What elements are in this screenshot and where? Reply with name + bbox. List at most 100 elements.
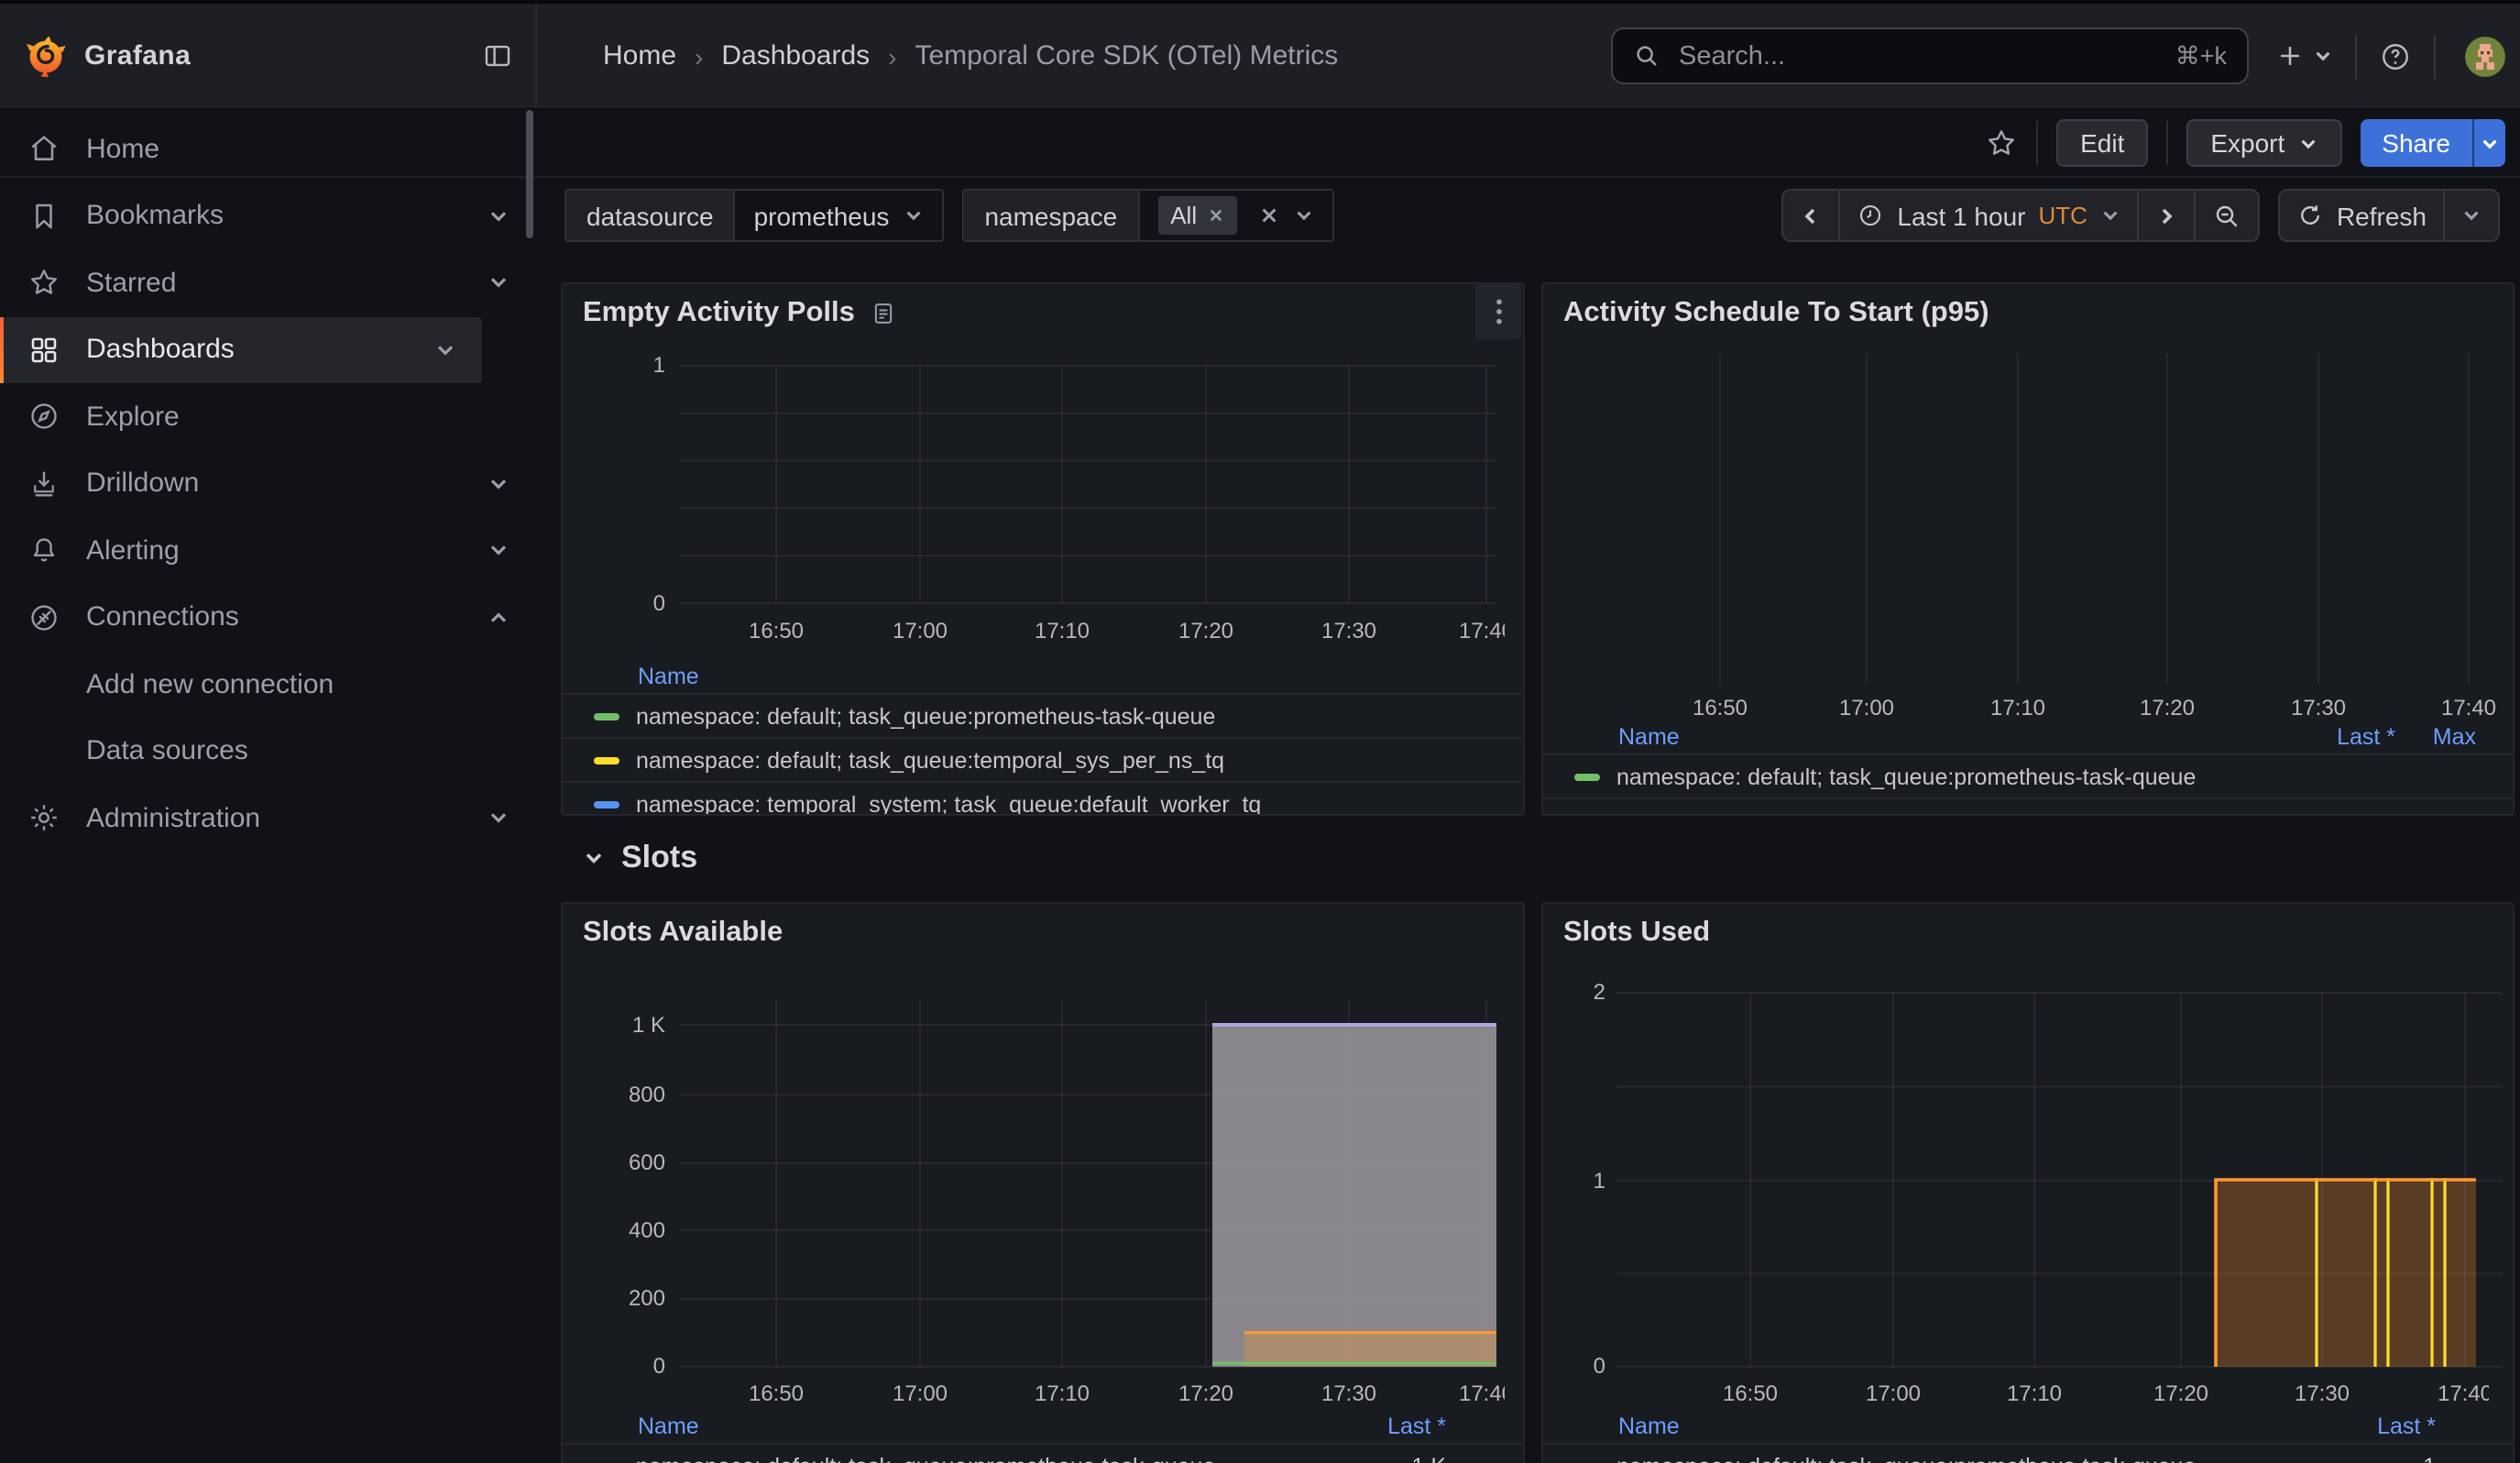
legend-row[interactable]: namespace: default; task_queue:prometheu…	[563, 695, 1523, 739]
time-shift-back-button[interactable]	[1783, 191, 1838, 240]
share-menu-button[interactable]	[2472, 119, 2505, 167]
breadcrumb-separator: ›	[695, 41, 703, 71]
row-section-slots[interactable]: Slots	[583, 840, 697, 876]
panel-legend: Name namespace: default; task_queue:prome…	[563, 664, 1523, 816]
x-axis-tick-label: 16:50	[1688, 1380, 1813, 1405]
series-color-marker	[594, 756, 619, 764]
legend-header-max[interactable]: Max	[2433, 723, 2476, 749]
chevron-down-icon	[1294, 205, 1314, 226]
panel-menu-button[interactable]	[1475, 284, 1521, 339]
chevron-left-icon	[1800, 204, 1822, 226]
sidebar-item-add-new-connection[interactable]: Add new connection	[0, 651, 535, 718]
dashboard-controls-row: datasource prometheus namespace All	[535, 176, 2520, 282]
sidebar-item-label: Bookmarks	[86, 201, 224, 232]
topbar-divider	[2355, 34, 2357, 78]
panel-title[interactable]: Empty Activity Polls	[583, 297, 855, 330]
sidebar-item-bookmarks[interactable]: Bookmarks	[0, 182, 535, 249]
sidebar-item-label: Administration	[86, 803, 260, 834]
panel-title[interactable]: Slots Used	[1563, 917, 1710, 950]
add-button[interactable]	[2274, 40, 2333, 72]
namespace-select[interactable]: All	[1139, 191, 1332, 240]
legend-header-name[interactable]: Name	[1618, 723, 1680, 749]
chevron-down-icon[interactable]	[488, 473, 509, 495]
series-label[interactable]: namespace: default; task_queue:prometheu…	[1616, 1453, 2196, 1463]
sidebar-item-connections[interactable]: Connections	[0, 584, 535, 651]
sidebar-item-explore[interactable]: Explore	[0, 383, 535, 450]
sidebar-item-label: Add new connection	[86, 669, 334, 700]
sidebar-item-data-sources[interactable]: Data sources	[0, 718, 535, 785]
series-label[interactable]: namespace: default; task_queue:temporal_…	[636, 747, 1224, 773]
chevron-down-icon	[583, 847, 605, 869]
refresh-button[interactable]: Refresh	[2280, 191, 2443, 240]
series-label[interactable]: namespace: default; task_queue:prometheu…	[1616, 764, 2196, 789]
legend-row[interactable]: namespace: default; task_queue:prometheu…	[1543, 755, 2513, 799]
chevron-down-icon[interactable]	[488, 205, 509, 227]
help-icon	[2379, 39, 2412, 72]
export-button[interactable]: Export	[2186, 119, 2341, 167]
legend-header-last[interactable]: Last *	[2337, 723, 2395, 749]
datasource-label: datasource	[566, 191, 736, 240]
share-button[interactable]: Share	[2360, 119, 2472, 167]
x-axis-tick-label: 17:00	[1831, 1380, 1956, 1405]
y-axis-tick-label: 200	[563, 1285, 665, 1311]
time-shift-forward-button[interactable]	[2137, 191, 2194, 240]
star-icon	[27, 267, 60, 300]
search-box[interactable]: ⌘+k	[1611, 28, 2249, 84]
edit-button[interactable]: Edit	[2056, 119, 2148, 167]
x-axis-tick-label: 16:50	[714, 1380, 838, 1405]
sidebar-item-administration[interactable]: Administration	[0, 785, 535, 852]
home-icon	[27, 133, 60, 166]
sidebar-item-alerting[interactable]: Alerting	[0, 517, 535, 584]
zoom-out-time-button[interactable]	[2194, 191, 2258, 240]
sidebar-item-drilldown[interactable]: Drilldown	[0, 450, 535, 517]
legend-header-last[interactable]: Last *	[2377, 1413, 2436, 1438]
panel-title[interactable]: Slots Available	[583, 917, 783, 950]
legend-header-name[interactable]: Name	[638, 1413, 699, 1438]
chevron-up-icon[interactable]	[488, 607, 509, 629]
legend-row[interactable]: namespace: default; task_queue:prometheu…	[1543, 1445, 2513, 1463]
star-dashboard-button[interactable]	[1985, 126, 2018, 160]
y-axis-tick-label: 600	[563, 1150, 665, 1175]
panel-empty-activity-polls: Empty Activity Polls Name namespace: defa…	[561, 282, 1525, 816]
breadcrumb-home[interactable]: Home	[603, 40, 676, 72]
chevron-down-icon	[2313, 46, 2333, 66]
time-range-picker[interactable]: Last 1 hour UTC	[1838, 191, 2137, 240]
chevron-down-icon[interactable]	[434, 339, 456, 361]
x-axis-tick-label: 17:30	[2260, 1380, 2384, 1405]
panel-description-icon[interactable]	[871, 301, 897, 326]
star-icon	[1985, 126, 2018, 160]
legend-header-name[interactable]: Name	[638, 663, 699, 688]
series-label[interactable]: namespace: temporal_system; task_queue:d…	[636, 791, 1261, 816]
remove-chip-icon[interactable]	[1208, 207, 1224, 224]
clear-selection-icon[interactable]	[1259, 205, 1279, 226]
sidebar-toggle-icon[interactable]	[482, 40, 513, 72]
chevron-down-icon[interactable]	[488, 808, 509, 830]
help-button[interactable]	[2379, 39, 2412, 72]
search-input[interactable]	[1675, 39, 2161, 72]
legend-row[interactable]: namespace: default; task_queue:temporal_…	[563, 739, 1523, 783]
sidebar-item-dashboards[interactable]: Dashboards	[0, 316, 482, 383]
breadcrumb-dashboards[interactable]: Dashboards	[721, 40, 870, 72]
namespace-chip-all[interactable]: All	[1157, 196, 1237, 235]
sidebar-item-home[interactable]: Home	[0, 116, 535, 182]
grafana-logo-icon[interactable]	[26, 36, 66, 76]
sidebar-item-starred[interactable]: Starred	[0, 249, 535, 316]
refresh-controls: Refresh	[2278, 189, 2500, 242]
datasource-select[interactable]: prometheus	[736, 191, 943, 240]
legend-row[interactable]: namespace: temporal_system; task_queue:d…	[563, 783, 1523, 816]
legend-header-name[interactable]: Name	[1618, 1413, 1680, 1438]
x-axis-tick-label: 17:20	[2105, 695, 2230, 720]
sidebar-item-label: Drilldown	[86, 468, 199, 500]
chevron-down-icon[interactable]	[488, 272, 509, 294]
search-shortcut-hint: ⌘+k	[2175, 41, 2227, 71]
x-axis-labels: 16:5017:0017:1017:2017:3017:40	[1543, 695, 2496, 724]
bell-icon	[27, 534, 60, 567]
legend-header-last[interactable]: Last *	[1387, 1413, 1446, 1438]
user-avatar[interactable]	[2465, 36, 2505, 76]
refresh-interval-button[interactable]	[2443, 191, 2498, 240]
chevron-down-icon[interactable]	[488, 540, 509, 562]
series-label[interactable]: namespace: default; task_queue:prometheu…	[636, 1453, 1215, 1463]
legend-row[interactable]: namespace: default; task_queue:prometheu…	[563, 1445, 1523, 1463]
panel-title[interactable]: Activity Schedule To Start (p95)	[1563, 297, 1989, 330]
series-label[interactable]: namespace: default; task_queue:prometheu…	[636, 703, 1215, 729]
